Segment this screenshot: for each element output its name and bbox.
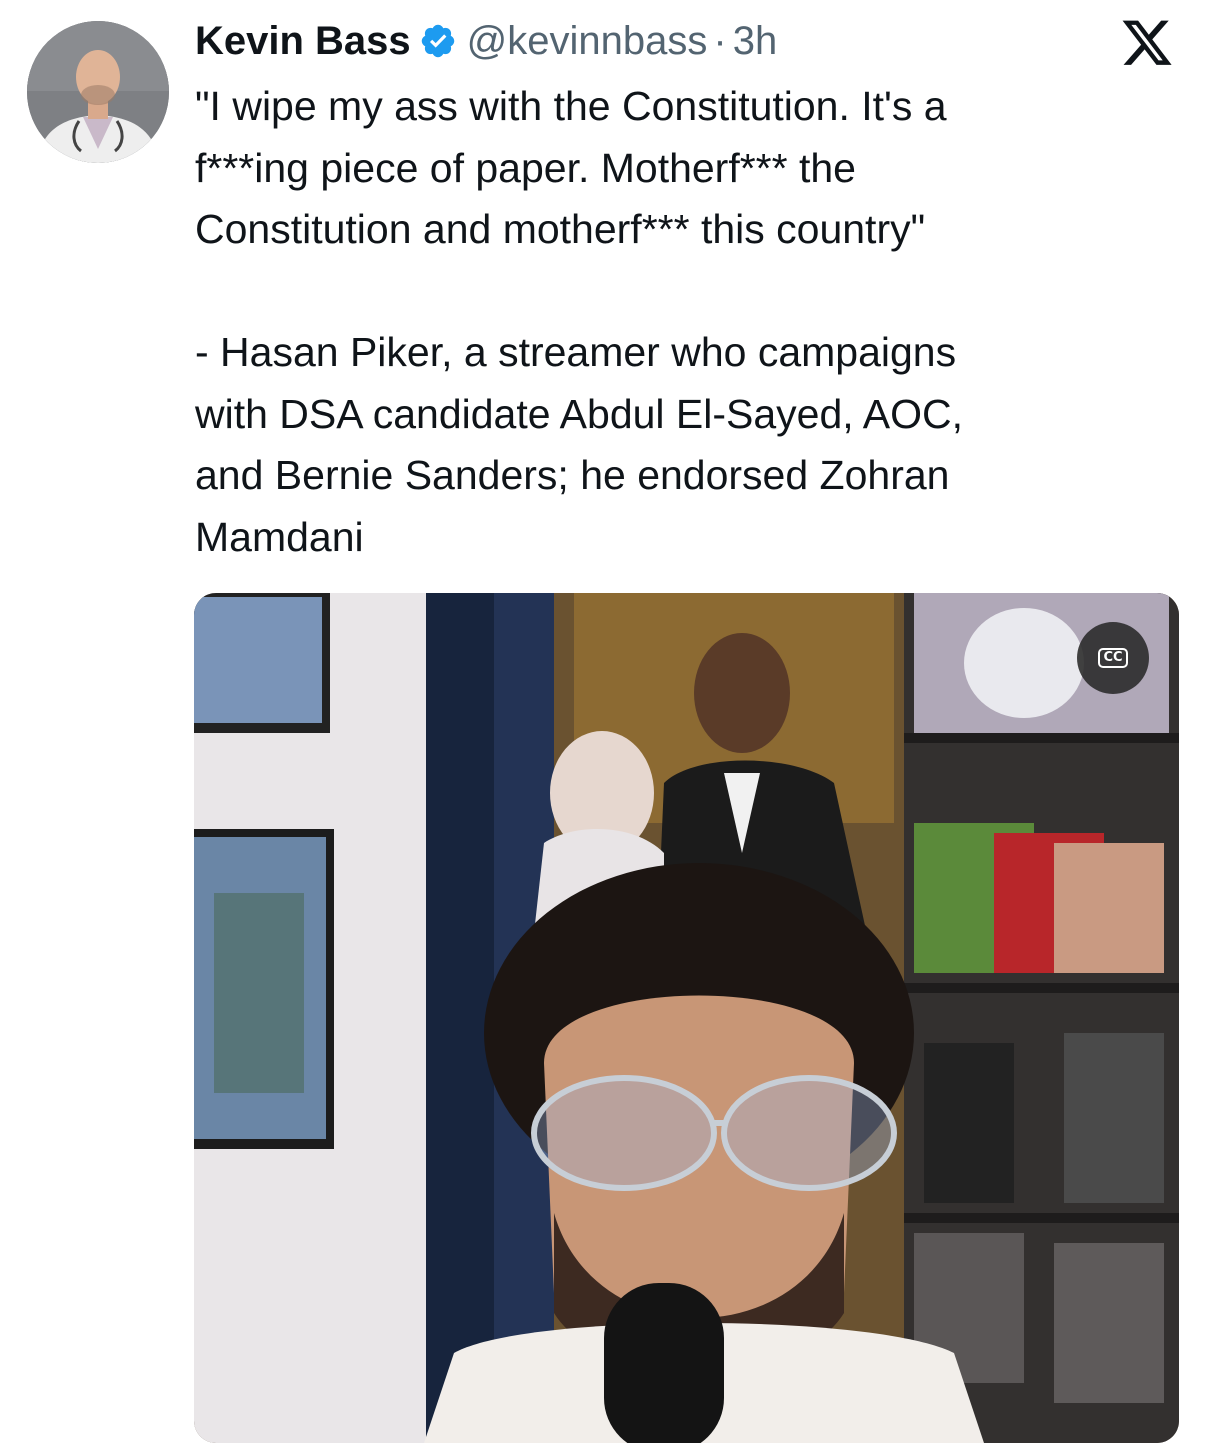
tweet[interactable]: Kevin Bass @kevinnbass · 3h "I wipe my a… — [0, 0, 1206, 1443]
closed-captions-icon: CC — [1098, 648, 1128, 668]
tweet-text-line: "I wipe my ass with the Constitution. It… — [195, 83, 947, 129]
tweet-text-line: with DSA candidate Abdul El-Sayed, AOC, — [195, 390, 964, 437]
tweet-text-line: f***ing piece of paper. Motherf*** the — [195, 144, 856, 191]
verified-badge-icon — [419, 22, 457, 60]
avatar[interactable] — [27, 21, 169, 163]
tweet-text: "I wipe my ass with the Constitution. It… — [195, 76, 1155, 568]
closed-captions-button[interactable]: CC — [1077, 622, 1149, 694]
author-handle[interactable]: @kevinnbass — [467, 19, 708, 64]
tweet-text-line: Constitution and motherf*** this country… — [195, 206, 926, 252]
video-player[interactable] — [194, 593, 1179, 1443]
separator-dot: · — [713, 18, 727, 63]
tweet-timestamp[interactable]: 3h — [733, 19, 778, 64]
tweet-text-line: Mamdani — [195, 513, 364, 560]
author-name[interactable]: Kevin Bass — [195, 19, 411, 64]
x-logo-icon[interactable] — [1119, 20, 1175, 70]
tweet-header: Kevin Bass @kevinnbass · 3h — [195, 14, 777, 68]
tweet-text-line: - Hasan Piker, a streamer who campaigns — [195, 329, 957, 375]
tweet-text-line: and Bernie Sanders; he endorsed Zohran — [195, 452, 950, 498]
